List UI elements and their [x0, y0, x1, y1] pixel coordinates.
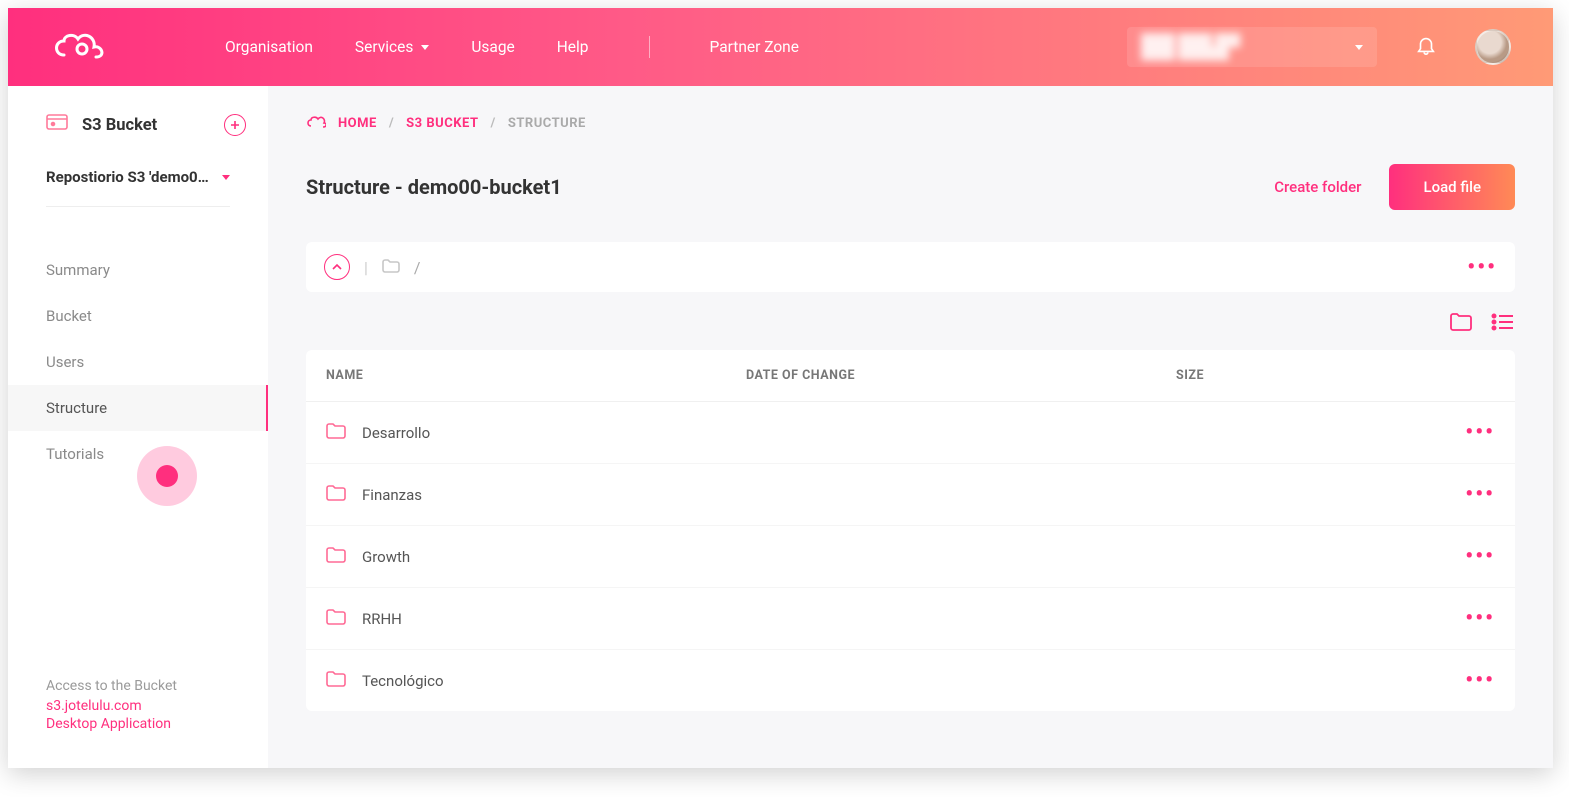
- folder-icon: [326, 485, 346, 505]
- nav-divider: [649, 36, 650, 58]
- logo-icon[interactable]: [50, 29, 110, 65]
- folder-icon: [326, 547, 346, 567]
- desktop-app-link[interactable]: Desktop Application: [46, 716, 230, 732]
- folder-icon: [382, 258, 400, 277]
- topbar: Organisation Services Usage Help Partner…: [8, 8, 1553, 86]
- sidebar-nav: Summary Bucket Users Structure Tutorials: [8, 247, 268, 477]
- row-more-button[interactable]: •••: [1445, 482, 1495, 507]
- table-row: RRHH •••: [306, 588, 1515, 650]
- org-dropdown[interactable]: ████ ████ ███████ ██████: [1127, 27, 1377, 67]
- row-more-button[interactable]: •••: [1445, 606, 1495, 631]
- folder-icon: [326, 671, 346, 691]
- sidebar-item-bucket[interactable]: Bucket: [8, 293, 268, 339]
- row-name[interactable]: Finanzas: [326, 485, 746, 505]
- row-name[interactable]: Tecnológico: [326, 671, 746, 691]
- breadcrumb-current: STRUCTURE: [508, 116, 586, 131]
- chevron-down-icon: [1355, 45, 1363, 50]
- col-name[interactable]: NAME: [326, 368, 746, 383]
- page-title: Structure - demo00-bucket1: [306, 175, 562, 199]
- view-toolbar: [306, 312, 1515, 336]
- create-folder-button[interactable]: Create folder: [1274, 178, 1361, 196]
- path-root: /: [414, 258, 421, 277]
- cloud-icon: [306, 114, 326, 132]
- table-row: Desarrollo •••: [306, 402, 1515, 464]
- bucket-icon: [46, 114, 68, 136]
- chevron-down-icon: [421, 45, 429, 50]
- access-label: Access to the Bucket: [46, 678, 230, 694]
- sidebar: S3 Bucket Repostiorio S3 'demo00-b… Summ…: [8, 86, 268, 768]
- nav-partner-zone[interactable]: Partner Zone: [710, 38, 799, 56]
- row-name[interactable]: RRHH: [326, 609, 746, 629]
- table-row: Growth •••: [306, 526, 1515, 588]
- main: HOME / S3 BUCKET / STRUCTURE Structure -…: [268, 86, 1553, 768]
- bucket-url-link[interactable]: s3.jotelulu.com: [46, 698, 230, 714]
- table-row: Tecnológico •••: [306, 650, 1515, 711]
- sidebar-footer: Access to the Bucket s3.jotelulu.com Des…: [8, 678, 268, 748]
- sidebar-item-structure[interactable]: Structure: [8, 385, 268, 431]
- nav-usage[interactable]: Usage: [471, 38, 514, 56]
- breadcrumb-s3[interactable]: S3 BUCKET: [406, 116, 478, 131]
- up-button[interactable]: [324, 254, 350, 280]
- chevron-down-icon: [222, 175, 230, 180]
- top-nav: Organisation Services Usage Help Partner…: [225, 36, 799, 58]
- breadcrumb-home[interactable]: HOME: [338, 116, 377, 131]
- col-date[interactable]: DATE OF CHANGE: [746, 368, 1176, 383]
- nav-services[interactable]: Services: [355, 38, 429, 56]
- nav-organisation[interactable]: Organisation: [225, 38, 313, 56]
- col-size[interactable]: SIZE: [1176, 368, 1445, 383]
- sidebar-item-summary[interactable]: Summary: [8, 247, 268, 293]
- load-file-button[interactable]: Load file: [1389, 164, 1515, 210]
- row-name[interactable]: Desarrollo: [326, 423, 746, 443]
- list-view-button[interactable]: [1491, 312, 1515, 336]
- sidebar-item-users[interactable]: Users: [8, 339, 268, 385]
- row-name[interactable]: Growth: [326, 547, 746, 567]
- repo-select[interactable]: Repostiorio S3 'demo00-b…: [46, 168, 230, 207]
- avatar[interactable]: [1475, 29, 1511, 65]
- table-row: Finanzas •••: [306, 464, 1515, 526]
- path-bar: | / •••: [306, 242, 1515, 292]
- folder-view-button[interactable]: [1449, 312, 1473, 336]
- breadcrumb: HOME / S3 BUCKET / STRUCTURE: [306, 114, 1515, 132]
- sidebar-item-tutorials[interactable]: Tutorials: [8, 431, 268, 477]
- notifications-button[interactable]: [1415, 34, 1437, 60]
- path-more-button[interactable]: •••: [1467, 255, 1497, 280]
- sidebar-title: S3 Bucket: [82, 116, 157, 135]
- nav-help[interactable]: Help: [557, 38, 589, 56]
- folder-icon: [326, 423, 346, 443]
- row-more-button[interactable]: •••: [1445, 420, 1495, 445]
- row-more-button[interactable]: •••: [1445, 544, 1495, 569]
- folder-icon: [326, 609, 346, 629]
- row-more-button[interactable]: •••: [1445, 668, 1495, 693]
- table-header: NAME DATE OF CHANGE SIZE: [306, 350, 1515, 402]
- add-bucket-button[interactable]: [224, 114, 246, 136]
- folder-table: NAME DATE OF CHANGE SIZE Desarrollo•••Fi…: [306, 350, 1515, 711]
